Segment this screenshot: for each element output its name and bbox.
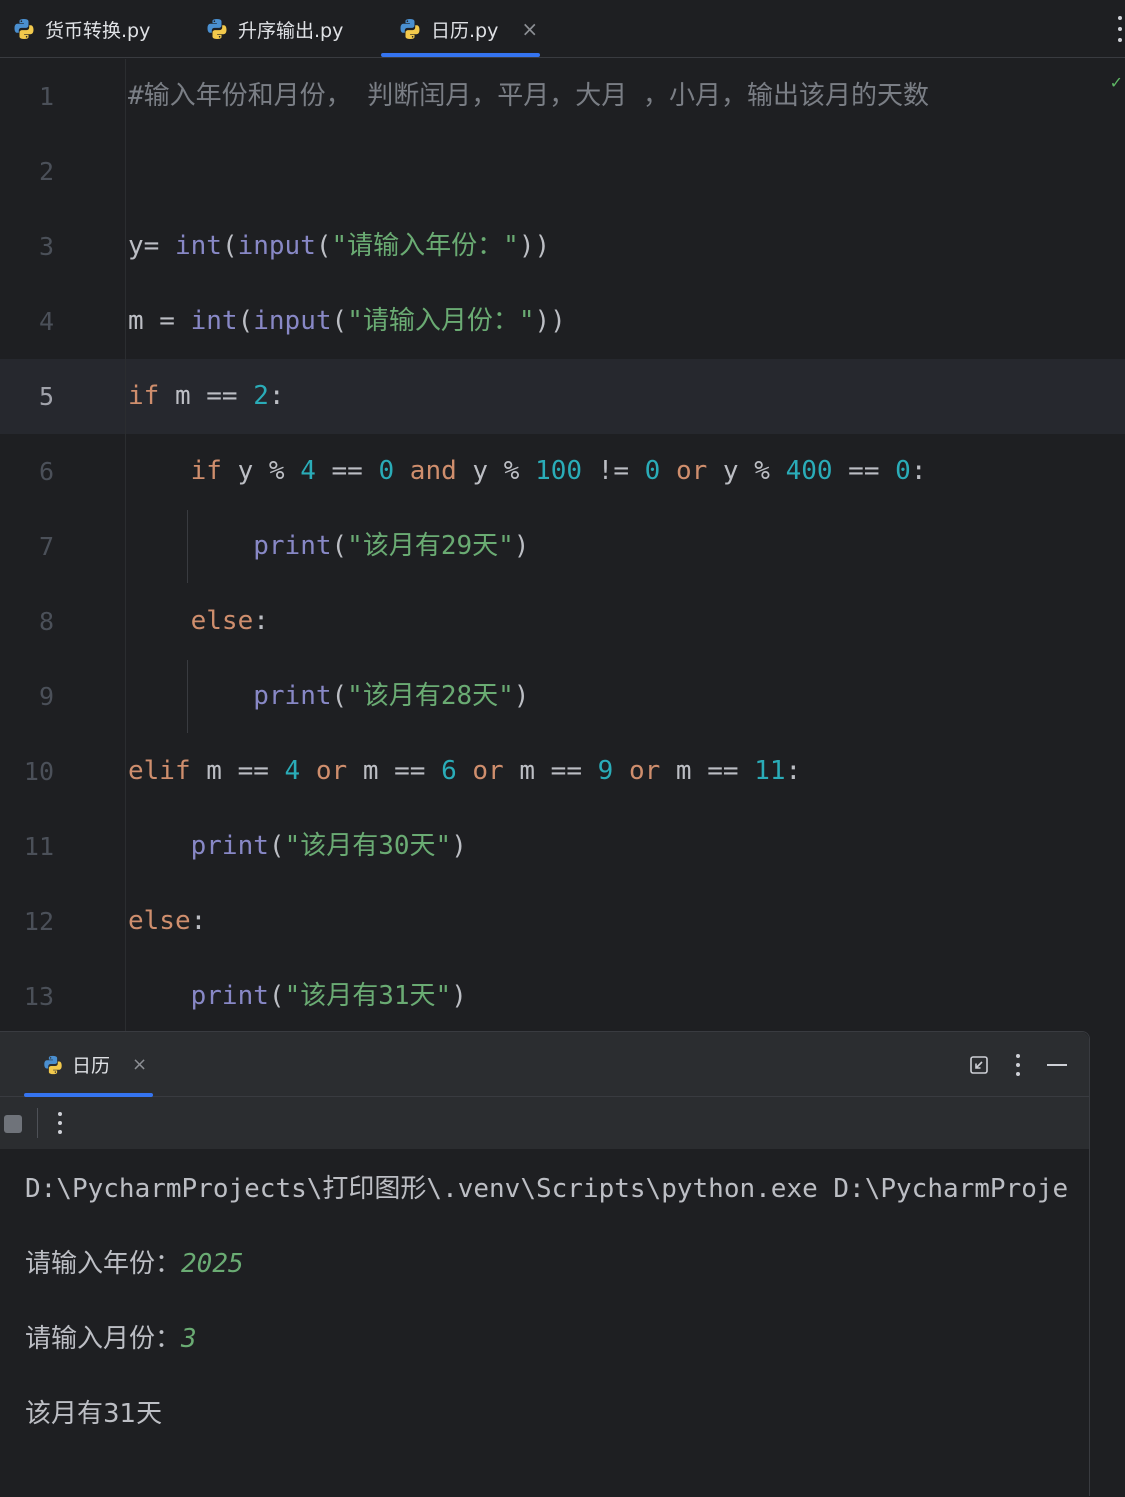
tab-label: 升序输出.py [238,19,344,42]
code-line: 6 if y % 4 == 0 and y % 100 != 0 or y % … [0,434,1125,509]
line-number: 7 [38,532,54,561]
line-number: 3 [38,232,54,261]
line-number: 12 [23,907,54,936]
code-text: if m == 2: [128,381,285,411]
more-vertical-icon[interactable] [1115,16,1125,42]
tab-label: 货币转换.py [45,19,151,42]
line-number: 11 [23,832,54,861]
line-number: 6 [38,457,54,486]
restore-layout-icon[interactable] [966,1052,992,1078]
code-text: print("该月有29天") [253,531,530,561]
line-number: 8 [38,607,54,636]
editor-tab-currency[interactable]: 货币转换.py [12,0,150,58]
code-line: 9 print("该月有28天") [0,659,1125,734]
code-line: 10 elif m == 4 or m == 6 or m == 9 or m … [0,734,1125,809]
line-number: 10 [23,757,54,786]
code-line: 4 m = int(input("请输入月份：")) [0,284,1125,359]
code-line: 13 print("该月有31天") [0,959,1125,1031]
user-input: 2025 [181,1249,244,1279]
run-tab-calendar[interactable]: 日历 × [42,1032,147,1097]
python-file-icon [400,19,420,39]
code-text: print("该月有28天") [253,681,530,711]
code-line: 1 #输入年份和月份， 判断闰月，平月，大月 ，小月，输出该月的天数 [0,59,1125,134]
python-file-icon [207,19,227,39]
editor-tab-sort[interactable]: 升序输出.py [205,0,343,58]
line-number: 9 [38,682,54,711]
console-output[interactable]: D:\PycharmProjects\打印图形\.venv\Scripts\py… [0,1149,1089,1497]
code-line: 12 else: [0,884,1125,959]
indent-guide [187,510,188,583]
line-number: 5 [38,382,54,411]
console-line: 请输入月份：3 [25,1302,197,1377]
code-line: 3 y= int(input("请输入年份：")) [0,209,1125,284]
code-text: y= int(input("请输入年份：")) [128,231,551,261]
toolbar-divider [37,1108,38,1138]
console-result: 该月有31天 [25,1399,163,1429]
run-header: 日历 × [0,1032,1089,1097]
code-text: if y % 4 == 0 and y % 100 != 0 or y % 40… [190,456,927,486]
gutter-separator [125,59,126,1031]
more-vertical-icon[interactable] [58,1112,62,1134]
line-number: 2 [38,157,54,186]
tab-label: 日历.py [431,19,499,42]
active-tab-indicator [381,53,540,57]
stop-icon[interactable] [4,1115,22,1133]
prompt-text: 请输入月份： [25,1324,182,1354]
code-text: else: [128,906,207,936]
code-editor[interactable]: ✓ 1 #输入年份和月份， 判断闰月，平月，大月 ，小月，输出该月的天数 2 3… [0,59,1125,1031]
indent-guide [187,660,188,733]
minimize-icon[interactable] [1044,1052,1070,1078]
run-tab-label: 日历 [72,1055,111,1077]
line-number: 1 [38,82,54,111]
run-tool-window: 日历 × D:\PycharmProjects\打印图形\.venv\Scrip… [0,1031,1090,1497]
code-line: 2 [0,134,1125,209]
line-number: 13 [23,982,54,1011]
console-command-line: D:\PycharmProjects\打印图形\.venv\Scripts\py… [25,1174,1069,1204]
python-file-icon [14,19,34,39]
close-icon[interactable]: × [132,1054,147,1075]
editor-tab-calendar[interactable]: 日历.py × [398,0,538,58]
code-line: 11 print("该月有30天") [0,809,1125,884]
code-text: print("该月有31天") [190,981,467,1011]
code-text: m = int(input("请输入月份：")) [128,306,566,336]
close-icon[interactable]: × [521,17,538,41]
code-line-current: 5 if m == 2: [0,359,1125,434]
python-file-icon [44,1055,62,1074]
editor-tab-bar: 货币转换.py 升序输出.py 日历.py × [0,0,1125,58]
more-vertical-icon[interactable] [1005,1052,1031,1078]
code-text: elif m == 4 or m == 6 or m == 9 or m == … [128,756,802,786]
code-line: 7 print("该月有29天") [0,509,1125,584]
code-text: else: [190,606,269,636]
code-text: print("该月有30天") [190,831,467,861]
user-input: 3 [181,1324,197,1354]
prompt-text: 请输入年份： [25,1249,182,1279]
code-line: 8 else: [0,584,1125,659]
console-line: 请输入年份：2025 [25,1227,244,1302]
code-text: #输入年份和月份， 判断闰月，平月，大月 ，小月，输出该月的天数 [128,81,929,111]
run-toolbar [0,1097,1089,1149]
line-number: 4 [38,307,54,336]
